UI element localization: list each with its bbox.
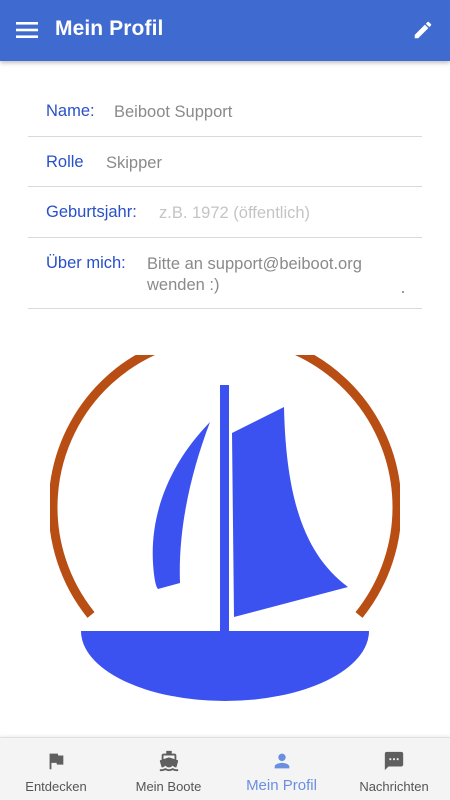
- logo-hull: [81, 631, 369, 701]
- nav-item-mein-boote[interactable]: Mein Boote: [112, 738, 225, 800]
- rolle-row: Rolle Skipper: [28, 137, 422, 187]
- pencil-icon[interactable]: [412, 19, 434, 41]
- geburtsjahr-label: Geburtsjahr:: [46, 203, 137, 221]
- nav-label-entdecken: Entdecken: [25, 779, 87, 794]
- geburtsjahr-field[interactable]: z.B. 1972 (öffentlich): [159, 203, 310, 224]
- about-field[interactable]: Bitte an support@beiboot.org wenden :): [147, 254, 397, 296]
- beiboot-logo: [50, 355, 400, 701]
- name-row: Name: Beiboot Support: [28, 86, 422, 137]
- page-title: Mein Profil: [55, 17, 164, 40]
- rolle-field[interactable]: Skipper: [106, 153, 162, 174]
- menu-icon[interactable]: [16, 20, 38, 40]
- nav-item-entdecken[interactable]: Entdecken: [0, 738, 112, 800]
- boat-icon: [159, 750, 178, 772]
- logo-jib: [152, 422, 210, 589]
- profile-form: Name: Beiboot Support Rolle Skipper Gebu…: [28, 86, 422, 309]
- about-row: Über mich: Bitte an support@beiboot.org …: [28, 238, 422, 309]
- rolle-label: Rolle: [46, 153, 84, 171]
- logo-mast: [220, 385, 229, 631]
- name-label: Name:: [46, 102, 95, 120]
- name-field[interactable]: Beiboot Support: [114, 102, 232, 123]
- nav-label-mein-profil: Mein Profil: [246, 777, 317, 794]
- app-bar: Mein Profil: [0, 0, 450, 61]
- logo-mainsail: [232, 407, 348, 617]
- flag-icon: [49, 753, 64, 770]
- nav-item-nachrichten[interactable]: Nachrichten: [338, 738, 450, 800]
- geburtsjahr-row: Geburtsjahr: z.B. 1972 (öffentlich): [28, 187, 422, 238]
- person-icon: [274, 753, 289, 769]
- nav-item-mein-profil[interactable]: Mein Profil: [225, 738, 338, 800]
- chat-icon: [384, 751, 404, 771]
- about-label: Über mich:: [46, 254, 126, 272]
- bottom-navigation: Entdecken Mein Boote Mein Profil Nachric…: [0, 737, 450, 800]
- nav-label-nachrichten: Nachrichten: [359, 779, 429, 794]
- nav-label-mein-boote: Mein Boote: [135, 779, 202, 794]
- textarea-resize-handle[interactable]: [402, 291, 404, 293]
